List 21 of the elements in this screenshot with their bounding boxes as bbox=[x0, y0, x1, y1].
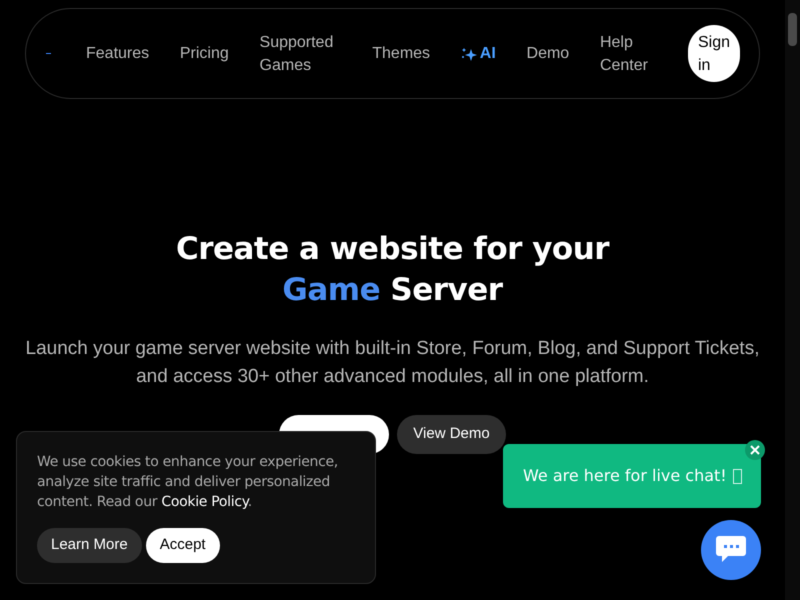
scrollbar-thumb[interactable] bbox=[788, 13, 797, 46]
learn-more-button[interactable]: Learn More bbox=[37, 528, 142, 563]
cookie-policy-link[interactable]: Cookie Policy bbox=[161, 494, 248, 510]
close-icon[interactable] bbox=[745, 440, 765, 460]
accept-button[interactable]: Accept bbox=[146, 528, 220, 563]
sparkle-icon bbox=[460, 46, 477, 60]
cookie-notice-text: We use cookies to enhance your experience, analyze site traffic and deliver personalized content. Read our Cookie Policy. bbox=[37, 453, 339, 512]
nav-link[interactable]: Features bbox=[86, 42, 150, 65]
glyph-box-icon bbox=[732, 468, 742, 484]
view-demo-button[interactable]: View Demo bbox=[397, 415, 506, 454]
live-chat-message: We are here for live chat! bbox=[523, 465, 727, 487]
nav-link[interactable]: Demo bbox=[526, 42, 570, 65]
hero-subtitle: Launch your game server website with built-in Store, Forum, Blog, and Support Tickets, and access 30+ other advanced modules, all in one platform. bbox=[24, 337, 760, 389]
nav-link[interactable]: Pricing bbox=[180, 42, 229, 65]
chat-icon bbox=[716, 536, 746, 564]
ai-link[interactable]: AI bbox=[460, 42, 496, 66]
hero-heading: Create a website for your Game Server bbox=[176, 230, 610, 310]
nav-link[interactable]: Supported Games bbox=[260, 30, 342, 76]
nav-link[interactable]: Themes bbox=[372, 42, 430, 65]
sign-in-button[interactable]: Sign in bbox=[688, 25, 740, 82]
nav-link[interactable]: Help Center bbox=[600, 30, 682, 76]
